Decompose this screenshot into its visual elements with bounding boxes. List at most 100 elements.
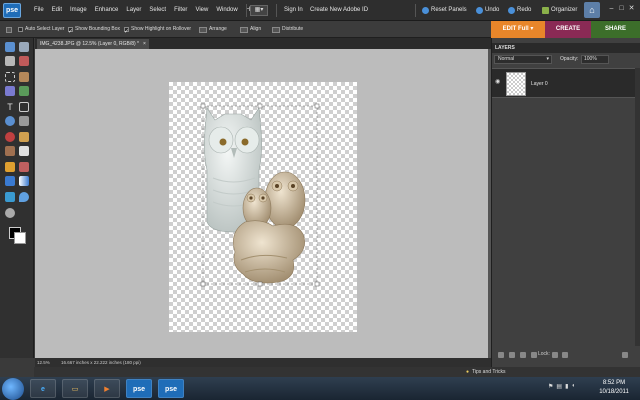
visibility-eye-icon[interactable]: ◉ — [495, 79, 503, 85]
quick-selection-tool-icon[interactable] — [19, 86, 29, 96]
move-tool-icon — [6, 21, 12, 38]
show-highlight-checkbox[interactable] — [124, 24, 129, 41]
type-tool-icon[interactable]: T — [5, 102, 15, 112]
taskbar-item-ie[interactable]: e — [30, 379, 56, 398]
move-tool-icon[interactable] — [5, 42, 15, 52]
taskbar-item-pse-organizer[interactable]: pse — [126, 379, 152, 398]
zoom-level[interactable]: 12.5% — [37, 358, 50, 367]
start-button[interactable] — [2, 378, 24, 400]
gradient-tool-icon[interactable] — [19, 176, 29, 186]
minimize-icon[interactable]: – — [608, 5, 615, 13]
shape-tool-icon[interactable] — [5, 192, 15, 202]
clock[interactable]: 8:52 PM 10/18/2011 — [594, 379, 634, 397]
maximize-icon[interactable]: □ — [618, 5, 625, 13]
canvas-area[interactable] — [35, 49, 488, 358]
menu-enhance[interactable]: Enhance — [91, 0, 123, 21]
zoom-tool-icon[interactable] — [19, 42, 29, 52]
auto-select-layer-checkbox[interactable] — [18, 27, 23, 32]
align-button[interactable]: Align — [240, 21, 261, 38]
volume-icon[interactable]: ◖ — [571, 383, 575, 390]
layers-panel-title: LAYERS — [492, 43, 640, 53]
menu-file[interactable]: File — [30, 0, 48, 21]
marquee-tool-icon[interactable] — [5, 72, 15, 82]
menu-filter[interactable]: Filter — [170, 0, 191, 21]
create-adobe-id-link[interactable]: Create New Adobe ID — [310, 0, 368, 21]
taskbar-item-media[interactable]: ▶ — [94, 379, 120, 398]
document-canvas[interactable] — [169, 82, 357, 332]
network-icon[interactable]: ▤ — [556, 383, 562, 390]
arrange-label: Arrange — [209, 26, 227, 32]
flag-icon[interactable]: ⚑ — [548, 383, 553, 390]
menu-window[interactable]: Window — [212, 0, 241, 21]
document-tab-bar: IMG_4238.JPG @ 12.5% (Layer 0, RGB/8) * … — [35, 38, 491, 49]
sponge-tool-icon[interactable] — [5, 208, 15, 218]
eyedropper-tool-icon[interactable] — [19, 56, 29, 66]
app-logo[interactable]: pse — [3, 3, 21, 18]
trash-icon[interactable] — [622, 352, 628, 358]
blend-mode-select[interactable]: Normal — [494, 55, 552, 64]
lock-all-icon[interactable] — [562, 352, 568, 358]
delete-layer-icon[interactable] — [531, 352, 537, 358]
battery-icon[interactable]: ▮ — [565, 383, 568, 390]
hand-tool-icon[interactable] — [5, 56, 15, 66]
layer-name: Layer 0 — [531, 81, 548, 87]
document-tab[interactable]: IMG_4238.JPG @ 12.5% (Layer 0, RGB/8) * … — [37, 39, 149, 49]
sign-in-link[interactable]: Sign In — [284, 0, 303, 21]
tab-edit[interactable]: EDIT Full ▾ — [491, 21, 545, 38]
layer-row[interactable]: ◉ Layer 0 — [492, 68, 640, 98]
lightbulb-icon: ● — [466, 369, 470, 375]
straighten-tool-icon[interactable] — [19, 116, 29, 126]
tab-create[interactable]: CREATE — [545, 21, 591, 38]
menu-image[interactable]: Image — [66, 0, 91, 21]
home-icon[interactable]: ⌂ — [584, 2, 600, 18]
paint-bucket-tool-icon[interactable] — [5, 176, 15, 186]
link-layers-icon[interactable] — [520, 352, 526, 358]
tab-share[interactable]: SHARE — [591, 21, 640, 38]
lock-transparency-icon[interactable] — [552, 352, 558, 358]
menu-layer[interactable]: Layer — [122, 0, 145, 21]
document-tab-title: IMG_4238.JPG @ 12.5% (Layer 0, RGB/8) * — [40, 41, 140, 47]
organizer-button[interactable]: Organizer — [542, 0, 577, 21]
show-bounding-box-checkbox[interactable] — [68, 24, 73, 41]
magic-wand-tool-icon[interactable] — [5, 86, 15, 96]
brush-tool-icon[interactable] — [5, 162, 15, 172]
arrange-button[interactable]: Arrange — [199, 21, 227, 38]
auto-select-layer-label: Auto Select Layer — [25, 26, 65, 32]
distribute-label: Distribute — [282, 26, 304, 32]
undo-icon — [476, 7, 483, 14]
taskbar-item-explorer[interactable]: ▭ — [62, 379, 88, 398]
tips-and-tricks-button[interactable]: ● Tips and Tricks — [466, 367, 505, 377]
background-color-swatch[interactable] — [14, 232, 26, 244]
show-highlight-option[interactable]: Show Highlight on Rollover — [124, 21, 191, 41]
blur-tool-icon[interactable] — [19, 192, 29, 202]
cookie-cutter-tool-icon[interactable] — [5, 116, 15, 126]
taskbar-item-pse-editor[interactable]: pse — [158, 379, 184, 398]
owl-figurine-image[interactable] — [169, 82, 357, 332]
layers-scrollbar[interactable] — [635, 68, 640, 346]
reset-panels-button[interactable]: Reset Panels — [422, 0, 467, 21]
lasso-tool-icon[interactable] — [19, 72, 29, 82]
opacity-label: Opacity: — [560, 56, 579, 62]
layout-grid-icon[interactable]: ▦▾ — [250, 5, 268, 16]
new-layer-icon[interactable] — [498, 352, 504, 358]
red-eye-tool-icon[interactable] — [5, 132, 15, 142]
opacity-field[interactable]: 100% — [581, 55, 609, 64]
close-tab-icon[interactable]: × — [143, 39, 146, 49]
lock-label: Lock: — [538, 351, 550, 357]
distribute-button[interactable]: Distribute — [272, 21, 303, 38]
eraser-tool-icon[interactable] — [19, 146, 29, 156]
adjustment-layer-icon[interactable] — [509, 352, 515, 358]
tab-edit-label: EDIT Full — [502, 26, 529, 32]
smart-brush-tool-icon[interactable] — [19, 162, 29, 172]
healing-brush-tool-icon[interactable] — [19, 132, 29, 142]
close-icon[interactable]: ✕ — [628, 5, 635, 13]
menu-view[interactable]: View — [191, 0, 212, 21]
undo-button[interactable]: Undo — [476, 0, 499, 21]
redo-button[interactable]: Redo — [508, 0, 531, 21]
crop-tool-icon[interactable] — [19, 102, 29, 112]
clone-stamp-tool-icon[interactable] — [5, 146, 15, 156]
menu-select[interactable]: Select — [145, 0, 170, 21]
menu-edit[interactable]: Edit — [48, 0, 66, 21]
show-bounding-box-option[interactable]: Show Bounding Box — [68, 21, 120, 41]
auto-select-layer-option[interactable]: Auto Select Layer — [18, 21, 64, 38]
